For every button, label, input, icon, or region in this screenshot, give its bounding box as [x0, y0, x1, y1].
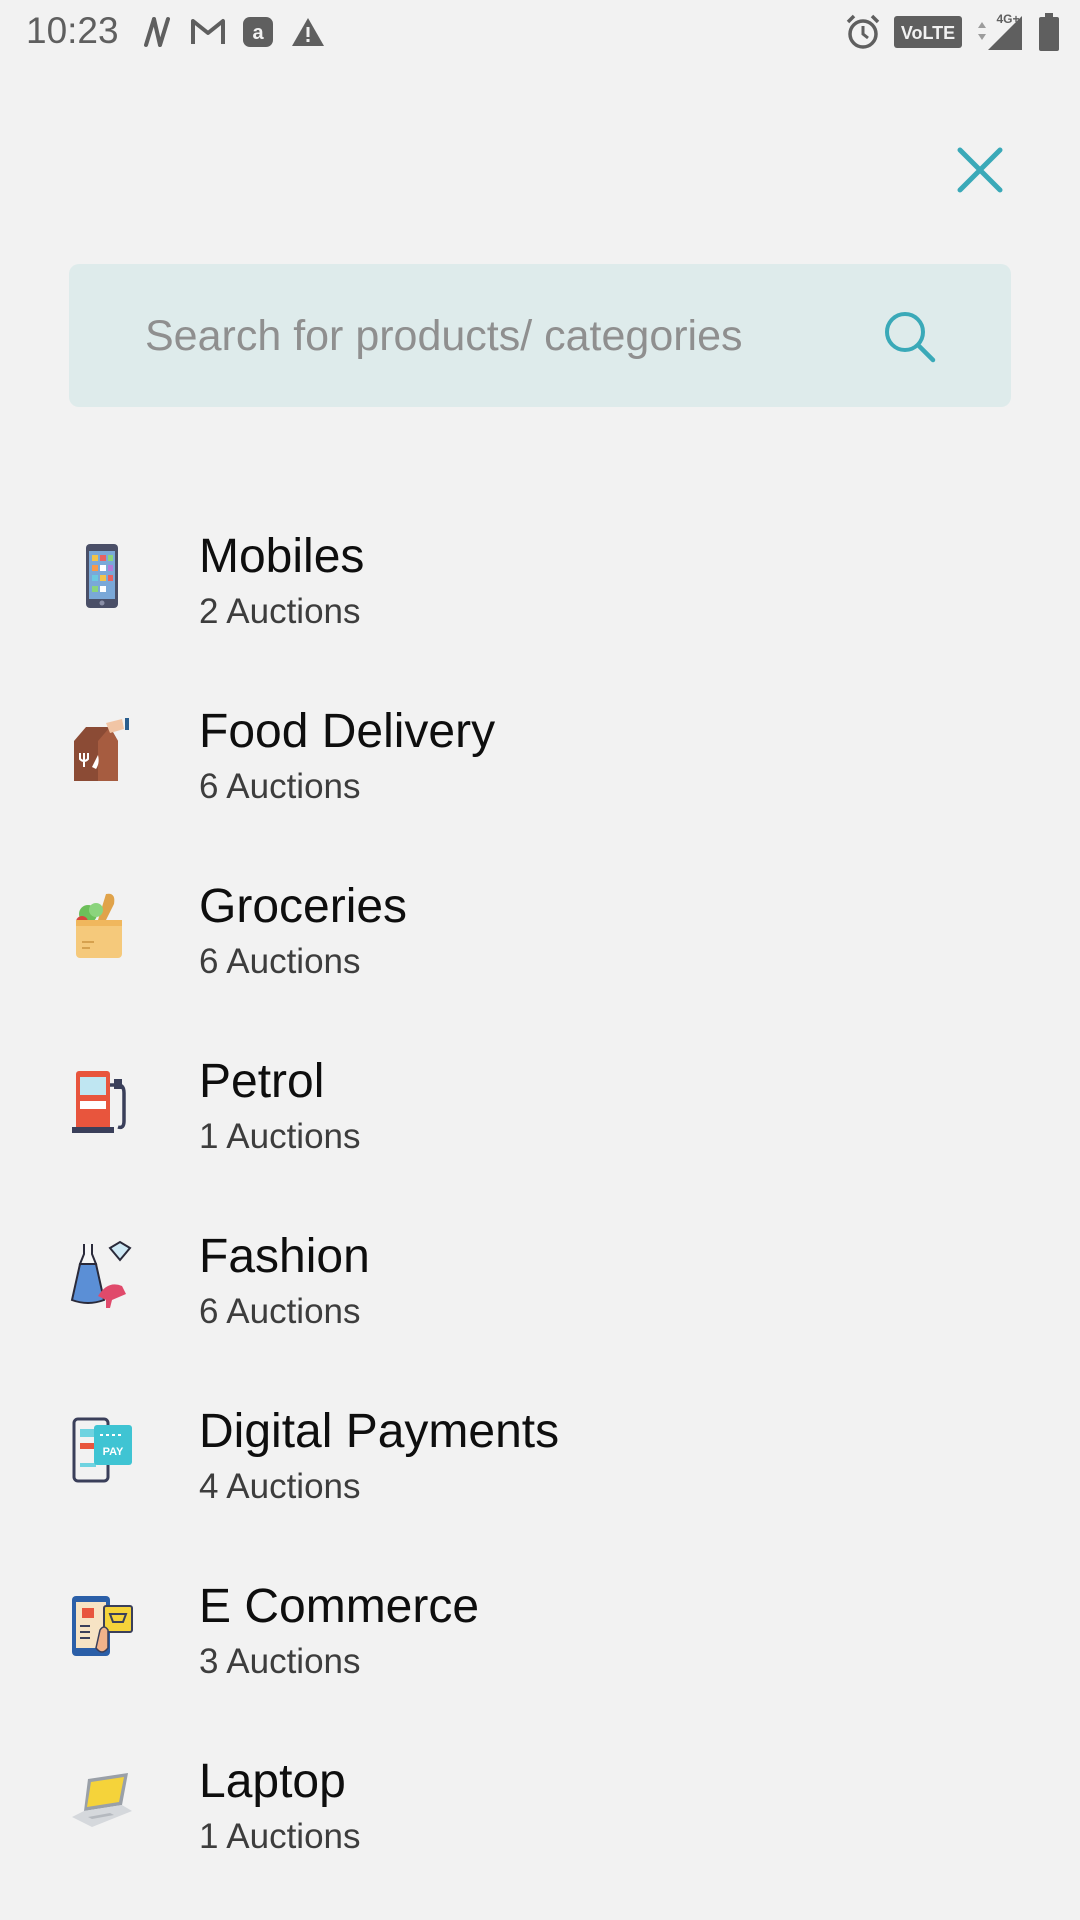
category-list: Mobiles 2 Auctions Food Delivery 6 Aucti…	[0, 500, 1080, 1900]
search-bar[interactable]	[69, 264, 1011, 409]
category-name: Fashion	[199, 1230, 370, 1283]
svg-text:a: a	[252, 22, 264, 44]
phone-pay-icon: PAY	[70, 1415, 134, 1485]
search-input[interactable]	[143, 264, 847, 409]
category-name: E Commerce	[199, 1580, 480, 1633]
category-item-digital-payments[interactable]: PAY Digital Payments 4 Auctions	[0, 1375, 1080, 1550]
category-count: 3 Auctions	[199, 1642, 361, 1681]
category-count: 1 Auctions	[199, 1117, 361, 1156]
category-item-food-delivery[interactable]: Food Delivery 6 Auctions	[0, 675, 1080, 850]
amazon-icon: a	[242, 16, 274, 48]
food-bag-icon	[70, 715, 134, 785]
battery-icon	[1038, 13, 1060, 51]
status-bar: 10:23 a VoLTE 4G+	[0, 0, 1080, 64]
svg-text:4G+: 4G+	[996, 12, 1019, 26]
ecommerce-cart-icon	[70, 1590, 134, 1660]
category-count: 2 Auctions	[199, 592, 361, 631]
laptop-icon	[70, 1765, 134, 1835]
warning-icon	[290, 16, 326, 48]
grocery-bag-icon	[70, 890, 134, 960]
close-icon	[957, 147, 1003, 193]
category-item-groceries[interactable]: Groceries 6 Auctions	[0, 850, 1080, 1025]
category-count: 6 Auctions	[199, 942, 361, 981]
notification-icons: a	[140, 14, 326, 50]
volte-icon: VoLTE	[894, 16, 962, 48]
gmail-icon	[190, 17, 226, 47]
dress-heel-icon	[70, 1240, 134, 1310]
signal-4g-icon: 4G+	[974, 12, 1026, 52]
category-item-fashion[interactable]: Fashion 6 Auctions	[0, 1200, 1080, 1375]
category-name: Digital Payments	[199, 1405, 560, 1458]
mobile-phone-icon	[70, 540, 134, 610]
category-count: 6 Auctions	[199, 1292, 361, 1331]
category-count: 6 Auctions	[199, 767, 361, 806]
category-count: 4 Auctions	[199, 1467, 361, 1506]
search-icon[interactable]	[881, 308, 939, 366]
n-icon	[140, 15, 174, 49]
close-button[interactable]	[950, 140, 1010, 200]
category-item-laptop[interactable]: Laptop 1 Auctions	[0, 1725, 1080, 1900]
category-name: Food Delivery	[199, 705, 496, 758]
category-item-mobiles[interactable]: Mobiles 2 Auctions	[0, 500, 1080, 675]
fuel-pump-icon	[70, 1065, 134, 1135]
status-time: 10:23	[26, 10, 119, 51]
category-item-e-commerce[interactable]: E Commerce 3 Auctions	[0, 1550, 1080, 1725]
category-count: 1 Auctions	[199, 1817, 361, 1856]
alarm-icon	[844, 13, 882, 51]
category-name: Laptop	[199, 1755, 346, 1808]
category-name: Groceries	[199, 880, 408, 933]
category-name: Mobiles	[199, 530, 365, 583]
system-icons: VoLTE 4G+	[844, 12, 1060, 52]
svg-text:VoLTE: VoLTE	[901, 23, 955, 43]
category-name: Petrol	[199, 1055, 325, 1108]
svg-text:PAY: PAY	[103, 1446, 124, 1458]
category-item-petrol[interactable]: Petrol 1 Auctions	[0, 1025, 1080, 1200]
